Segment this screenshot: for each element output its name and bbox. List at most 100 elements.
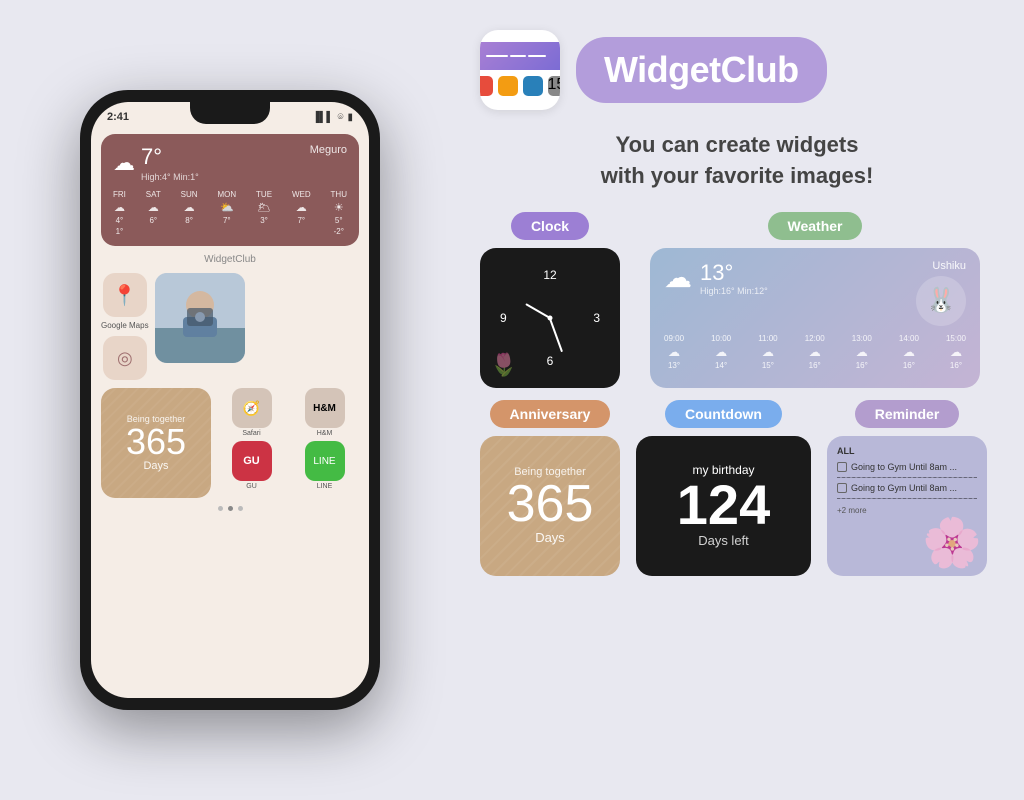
day-high: 8°	[185, 216, 193, 225]
day-icon: ☀	[334, 201, 344, 214]
hour-icon: ☁	[856, 345, 868, 359]
clock-category: Clock 🌷 12 3 6 9	[480, 212, 620, 388]
hour-temp: 15°	[762, 361, 774, 370]
safari-icon: 🧭	[232, 388, 272, 428]
line-label: LINE	[317, 483, 333, 490]
hour-time: 13:00	[852, 334, 872, 343]
clock-6: 6	[547, 354, 554, 368]
wp-hour-1300: 13:00 ☁ 16°	[852, 334, 872, 370]
phone-notch	[190, 102, 270, 124]
hour-temp: 16°	[809, 361, 821, 370]
second-icon: ◎	[103, 336, 147, 380]
widget-club-phone-label: WidgetClub	[101, 254, 359, 265]
menu-line-1	[486, 55, 508, 57]
day-low: -2°	[334, 227, 344, 236]
reminder-label: Reminder	[875, 406, 940, 422]
day-high: 3°	[260, 216, 268, 225]
wp-hour-0900: 09:00 ☁ 13°	[664, 334, 684, 370]
clock-center	[548, 315, 553, 320]
hour-icon: ☁	[903, 345, 915, 359]
hour-time: 12:00	[805, 334, 825, 343]
hour-time: 11:00	[758, 334, 777, 343]
hour-time: 09:00	[664, 334, 684, 343]
phone-anniversary-widget: Being together 365 Days	[101, 388, 211, 498]
dot-15: 15	[548, 76, 561, 96]
clock-badge: Clock	[511, 212, 589, 240]
anniversary-category: Anniversary Being together 365 Days	[480, 400, 620, 576]
day-icon: ☁	[296, 201, 307, 214]
anniv-preview-number: 365	[507, 478, 594, 530]
selfie-illustration	[155, 273, 245, 363]
maps-icon-item: 📍 Google Maps	[101, 273, 149, 330]
reminder-item-2: Going to Gym Until 8am ...	[837, 483, 977, 493]
weather-preview-top: ☁ 13° High:16° Min:12° Ushiku 🐰	[664, 260, 966, 326]
weather-day-wed: WED ☁ 7°	[292, 190, 311, 236]
reminder-divider-1	[837, 477, 977, 478]
menu-line-2	[510, 55, 526, 57]
right-panel: 15 WidgetClub You can create widgets wit…	[460, 0, 1024, 800]
phone-content: ☁ 7° High:4° Min:1° Meguro FRI ☁ 4°	[91, 102, 369, 698]
gu-app: GU GU	[217, 441, 286, 490]
reminder-category: Reminder 🌸 ALL Going to Gym Until 8am ..…	[827, 400, 987, 576]
maps-label: Google Maps	[101, 321, 149, 330]
wp-hour-1100: 11:00 ☁ 15°	[758, 334, 777, 370]
countdown-preview: my birthday 124 Days left	[636, 436, 811, 576]
phone-weather-widget: ☁ 7° High:4° Min:1° Meguro FRI ☁ 4°	[101, 134, 359, 246]
minute-hand	[549, 317, 563, 351]
app-icon-topbar	[480, 42, 560, 70]
small-app-grid: 🧭 Safari H&M H&M GU GU LINE	[217, 388, 359, 490]
dot-2	[228, 506, 233, 511]
line-icon: LINE	[305, 441, 345, 481]
battery-icon: ▮	[347, 112, 353, 123]
weather-label: Weather	[788, 218, 843, 234]
weather-day-tue: TUE 🌥 3°	[256, 190, 272, 236]
weather-day-fri: FRI ☁ 4° 1°	[113, 190, 126, 236]
weather-preview: ☁ 13° High:16° Min:12° Ushiku 🐰 09:00	[650, 248, 980, 388]
phone-frame: 2:41 ▐▌▌ ⌾ ▮ ☁ 7° High:4° Min:1°	[80, 90, 380, 710]
app-icons-row1: 📍 Google Maps ◎	[101, 273, 359, 380]
weather-day-sat: SAT ☁ 6°	[146, 190, 161, 236]
day-icon: 🌥	[257, 201, 271, 214]
category-row-1: Clock 🌷 12 3 6 9 Weather	[480, 212, 994, 388]
hm-icon: H&M	[305, 388, 345, 428]
app-icon-dots: 15	[480, 74, 560, 98]
reminder-items: ALL Going to Gym Until 8am ... Going to …	[837, 446, 977, 515]
countdown-number: 124	[677, 477, 770, 533]
status-time: 2:41	[107, 111, 129, 123]
day-icon: ☁	[148, 201, 159, 214]
reminder-preview: 🌸 ALL Going to Gym Until 8am ... Going t…	[827, 436, 987, 576]
app-icons-row2: Being together 365 Days 🧭 Safari H&M H&M	[101, 388, 359, 498]
dot-red	[480, 76, 493, 96]
clock-3: 3	[593, 311, 600, 325]
hour-time: 14:00	[899, 334, 919, 343]
day-high: 7°	[297, 216, 305, 225]
day-label: THU	[331, 190, 347, 199]
reminder-badge: Reminder	[855, 400, 960, 428]
checkbox-1	[837, 462, 847, 472]
flower-decoration: 🌸	[922, 514, 982, 571]
weather-preview-temp: 13°	[700, 260, 768, 286]
hour-icon: ☁	[809, 345, 821, 359]
countdown-badge: Countdown	[665, 400, 782, 428]
gu-label: GU	[246, 483, 257, 490]
countdown-category: Countdown my birthday 124 Days left	[636, 400, 811, 576]
day-label: WED	[292, 190, 311, 199]
hour-temp: 16°	[903, 361, 915, 370]
day-label: TUE	[256, 190, 272, 199]
anniv-bottom-text: Days	[143, 460, 168, 472]
page-dots	[101, 506, 359, 511]
clock-face: 12 3 6 9	[500, 268, 600, 368]
day-high: 6°	[149, 216, 157, 225]
wifi-icon: ⌾	[337, 112, 343, 123]
anniv-preview-bottom: Days	[535, 530, 565, 545]
countdown-label: Countdown	[685, 406, 762, 422]
anniversary-preview: Being together 365 Days	[480, 436, 620, 576]
hour-temp: 14°	[715, 361, 727, 370]
phone-screen: 2:41 ▐▌▌ ⌾ ▮ ☁ 7° High:4° Min:1°	[91, 102, 369, 698]
reminder-more: +2 more	[837, 506, 977, 515]
cloud-icon: ☁	[113, 150, 135, 176]
brand-pill: WidgetClub	[576, 37, 827, 103]
hour-temp: 16°	[950, 361, 962, 370]
day-label: SUN	[181, 190, 198, 199]
weather-preview-highlow: High:16° Min:12°	[700, 286, 768, 296]
